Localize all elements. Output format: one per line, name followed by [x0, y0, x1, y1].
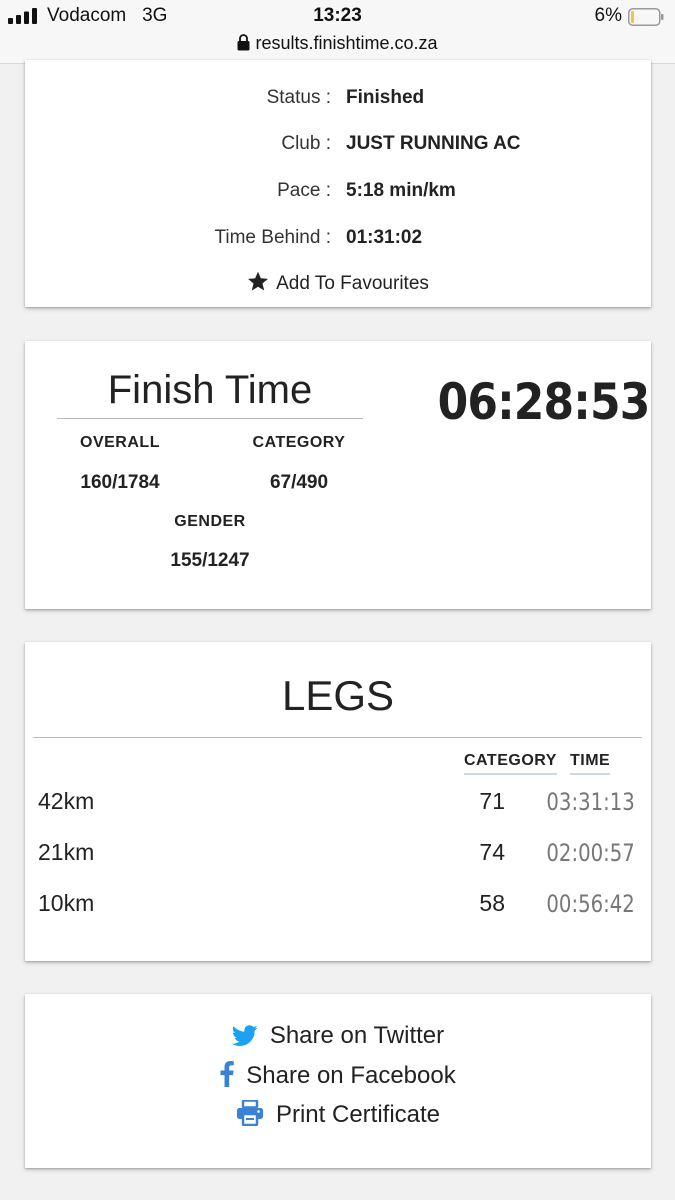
leg-time: 02:00:57 — [546, 839, 635, 867]
print-certificate-link[interactable]: Print Certificate — [25, 1100, 651, 1134]
category-value: 67/490 — [269, 472, 329, 493]
share-facebook-link[interactable]: Share on Facebook — [25, 1061, 651, 1095]
status-clock: 13:23 — [313, 5, 362, 26]
address-bar[interactable]: results.finishtime.co.za — [0, 33, 675, 54]
status-label: Status : — [266, 87, 331, 108]
lock-icon — [237, 34, 250, 51]
finish-title-divider — [57, 418, 363, 419]
status-value: Finished — [346, 87, 425, 108]
facebook-icon — [220, 1061, 234, 1087]
leg-row-42km: 42km 71 03:31:13 — [25, 788, 651, 820]
gender-label: GENDER — [174, 513, 246, 530]
overall-value: 160/1784 — [80, 472, 160, 493]
print-certificate-label: Print Certificate — [275, 1101, 441, 1128]
legs-category-header: CATEGORY — [464, 752, 557, 775]
legs-title-divider — [33, 737, 642, 738]
club-row: Club : JUST RUNNING AC — [25, 133, 651, 163]
leg-name: 21km — [38, 839, 95, 865]
share-twitter-label: Share on Twitter — [269, 1022, 445, 1049]
pace-value: 5:18 min/km — [346, 180, 456, 201]
share-twitter-link[interactable]: Share on Twitter — [25, 1022, 651, 1056]
leg-name: 10km — [38, 890, 95, 916]
battery-icon — [628, 8, 664, 26]
twitter-icon — [231, 1025, 258, 1046]
time-behind-value: 01:31:02 — [346, 227, 423, 248]
printer-icon — [236, 1100, 263, 1126]
runner-details-card: Status : Finished Club : JUST RUNNING AC… — [25, 60, 651, 307]
url-text: results.finishtime.co.za — [255, 33, 438, 53]
club-label: Club : — [281, 133, 331, 154]
leg-category: 71 — [479, 788, 505, 814]
club-value: JUST RUNNING AC — [346, 133, 521, 154]
pace-row: Pace : 5:18 min/km — [25, 180, 651, 210]
leg-row-10km: 10km 58 00:56:42 — [25, 890, 651, 922]
leg-category: 74 — [479, 839, 505, 865]
legs-title: LEGS — [281, 672, 395, 719]
share-card: Share on Twitter Share on Facebook Print… — [25, 994, 651, 1168]
leg-name: 42km — [38, 788, 95, 814]
pace-label: Pace : — [277, 180, 331, 201]
overall-label: OVERALL — [80, 434, 160, 451]
star-icon — [248, 271, 269, 291]
legs-time-header: TIME — [570, 752, 611, 775]
time-behind-row: Time Behind : 01:31:02 — [25, 227, 651, 257]
leg-category: 58 — [479, 890, 505, 916]
leg-row-21km: 21km 74 02:00:57 — [25, 839, 651, 871]
share-facebook-label: Share on Facebook — [246, 1062, 456, 1089]
finish-time-value: 06:28:53 — [437, 373, 651, 431]
finish-time-title: Finish Time — [107, 368, 313, 412]
status-bar: Vodacom 3G 13:23 6% — [0, 0, 675, 34]
add-to-favourites-button[interactable]: Add To Favourites — [25, 271, 651, 295]
leg-time: 03:31:13 — [546, 788, 635, 816]
browser-top-bar: Vodacom 3G 13:23 6% results.finishtime.c… — [0, 0, 675, 64]
status-row: Status : Finished — [25, 87, 651, 117]
leg-time: 00:56:42 — [546, 890, 635, 918]
legs-card: LEGS CATEGORY TIME 42km 71 03:31:13 21km… — [25, 642, 651, 961]
battery-percent: 6% — [594, 5, 622, 26]
time-behind-label: Time Behind : — [214, 227, 331, 248]
category-label: CATEGORY — [252, 434, 346, 451]
add-to-favourites-label: Add To Favourites — [276, 273, 429, 294]
finish-time-card: Finish Time 06:28:53 OVERALL 160/1784 CA… — [25, 341, 651, 609]
gender-value: 155/1247 — [170, 550, 250, 571]
